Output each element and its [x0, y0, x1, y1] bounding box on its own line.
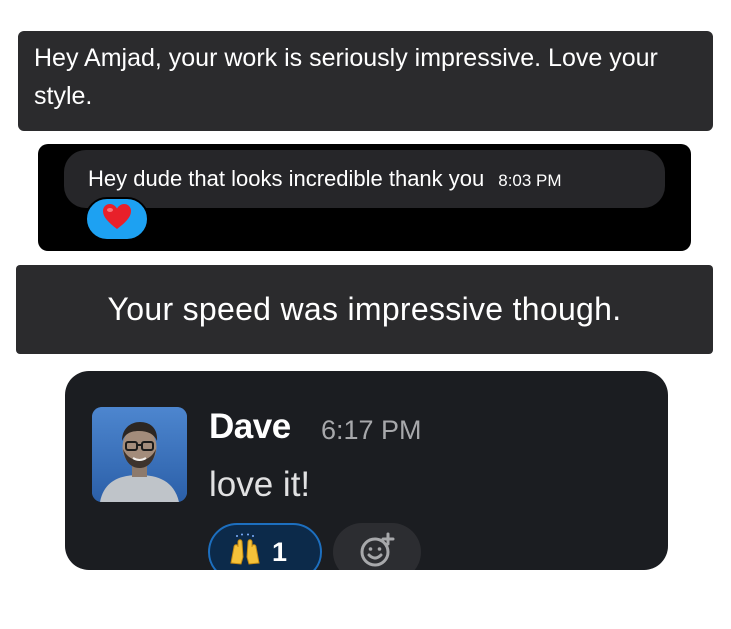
message-text: Hey Amjad, your work is seriously impres…: [34, 44, 658, 110]
message-text: Your speed was impressive though.: [107, 291, 622, 327]
message-text: love it!: [209, 465, 311, 504]
message-timestamp: 8:03 PM: [498, 171, 562, 190]
sender-name[interactable]: Dave: [209, 407, 291, 447]
message-text: Hey dude that looks incredible thank you: [88, 166, 485, 191]
message-card-4: Dave 6:17 PM love it! 1: [65, 371, 668, 570]
reaction-chip[interactable]: 1: [208, 523, 322, 570]
message-card-3: Your speed was impressive though.: [16, 265, 713, 354]
add-reaction-icon: [357, 530, 397, 571]
heart-reaction[interactable]: [85, 197, 149, 241]
message-bubble: Hey dude that looks incredible thank you…: [64, 150, 665, 208]
raised-hands-icon: [228, 533, 262, 571]
avatar[interactable]: [92, 407, 187, 502]
message-card-1: Hey Amjad, your work is seriously impres…: [18, 31, 713, 131]
message-timestamp[interactable]: 6:17 PM: [321, 415, 422, 446]
heart-icon: [102, 203, 132, 236]
testimonial-collage: Hey Amjad, your work is seriously impres…: [0, 0, 731, 629]
message-card-2: Hey dude that looks incredible thank you…: [38, 144, 691, 251]
add-reaction-button[interactable]: [333, 523, 421, 570]
reaction-count: 1: [272, 536, 288, 567]
